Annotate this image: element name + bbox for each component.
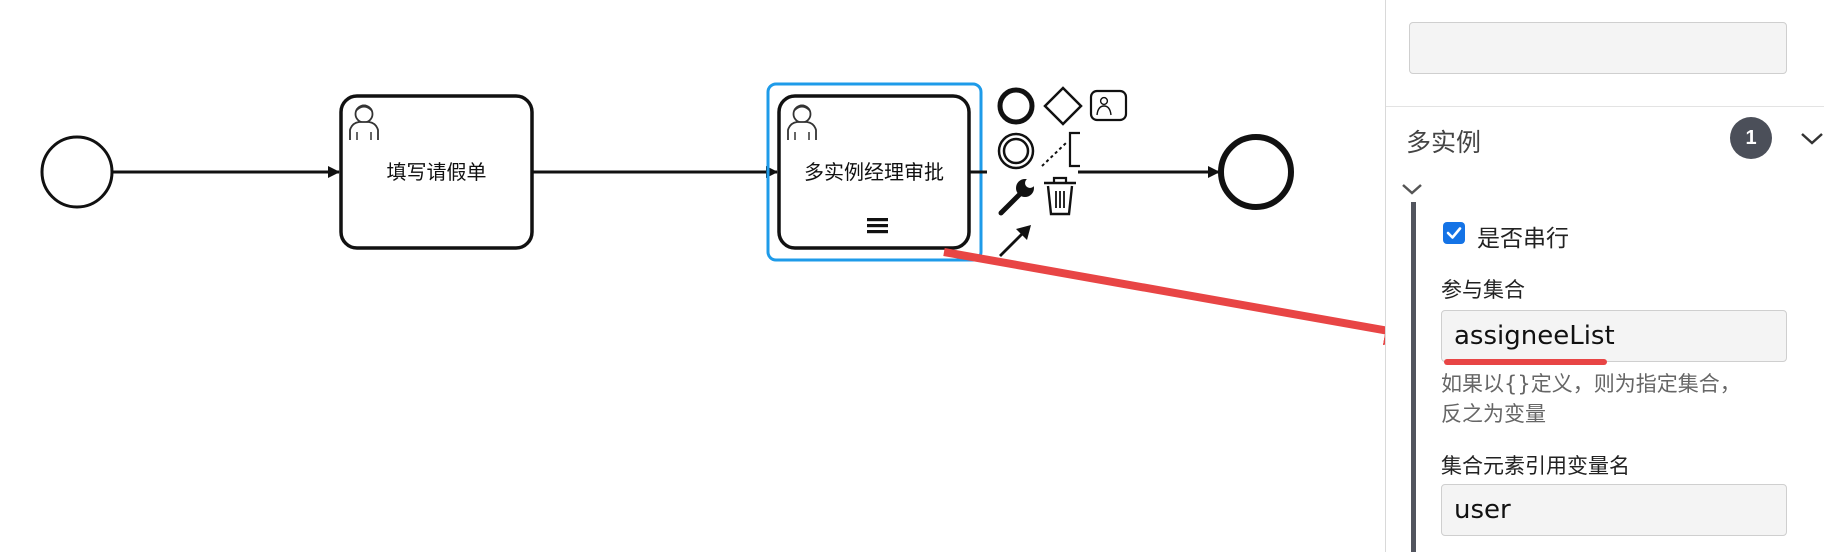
end-event-icon[interactable] <box>997 87 1035 125</box>
gateway-icon[interactable] <box>1043 86 1083 126</box>
multi-instance-section-header[interactable]: 多实例 1 <box>1386 107 1824 171</box>
text-annotation-icon[interactable] <box>1041 131 1080 168</box>
start-event[interactable] <box>40 135 114 209</box>
check-icon <box>1446 227 1462 239</box>
sequential-multi-instance-icon <box>867 218 888 234</box>
top-input-field[interactable] <box>1409 22 1787 74</box>
collection-input[interactable]: assigneeList <box>1441 310 1787 362</box>
hint-line-1: 如果以{}定义，则为指定集合， <box>1441 372 1741 396</box>
element-variable-label: 集合元素引用变量名 <box>1441 454 1630 478</box>
intermediate-event-icon[interactable] <box>997 132 1035 170</box>
sequential-checkbox[interactable] <box>1443 222 1465 244</box>
connect-arrow-icon[interactable] <box>999 225 1031 257</box>
end-event[interactable] <box>1218 134 1294 210</box>
sequential-label[interactable]: 是否串行 <box>1477 219 1569 253</box>
user-task-icon[interactable] <box>1089 89 1128 122</box>
properties-panel: 多实例 1 是否串行 参与集合 assigneeList 如果以{}定义，则为指… <box>1385 0 1824 552</box>
task-label-multi-instance-approval: 多实例经理审批 <box>804 160 944 184</box>
collection-label: 参与集合 <box>1441 278 1525 302</box>
chevron-down-icon[interactable] <box>1799 131 1824 147</box>
red-underline-annotation <box>1444 359 1607 365</box>
section-group-bar <box>1411 202 1416 552</box>
bpmn-diagram <box>40 82 1385 346</box>
task-label-fill-leave-form: 填写请假单 <box>386 160 487 184</box>
collection-hint: 如果以{}定义，则为指定集合， 反之为变量 <box>1441 369 1811 429</box>
delete-icon[interactable] <box>1044 176 1076 216</box>
section-badge: 1 <box>1730 117 1772 159</box>
hint-line-2: 反之为变量 <box>1441 402 1546 426</box>
element-variable-input[interactable]: user <box>1441 484 1787 536</box>
section-title: 多实例 <box>1406 128 1482 157</box>
annotation-arrow <box>943 248 1385 346</box>
wrench-icon[interactable] <box>998 178 1035 216</box>
chevron-down-icon[interactable] <box>1400 183 1424 197</box>
bpmn-canvas[interactable]: 填写请假单 多实例经理审批 <box>0 0 1385 552</box>
